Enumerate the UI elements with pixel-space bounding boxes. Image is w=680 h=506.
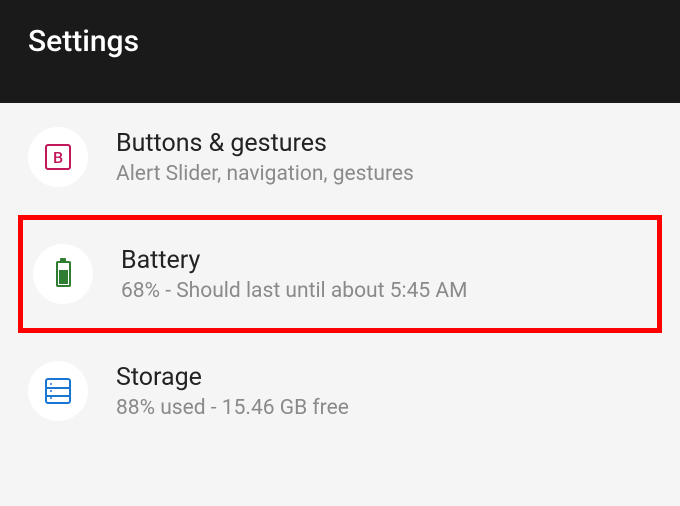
item-subtitle: Alert Slider, navigation, gestures — [116, 162, 652, 186]
item-content: Buttons & gestures Alert Slider, navigat… — [116, 129, 652, 186]
settings-list: B Buttons & gestures Alert Slider, navig… — [0, 103, 680, 445]
item-title: Storage — [116, 363, 652, 392]
buttons-gestures-icon: B — [45, 144, 71, 170]
storage-dots — [50, 380, 53, 402]
settings-item-buttons-gestures[interactable]: B Buttons & gestures Alert Slider, navig… — [0, 103, 680, 211]
battery-fill — [59, 270, 68, 284]
item-title: Battery — [121, 246, 647, 275]
settings-header: Settings — [0, 0, 680, 103]
icon-container: B — [28, 127, 88, 187]
settings-item-battery[interactable]: Battery 68% - Should last until about 5:… — [18, 215, 662, 333]
item-content: Battery 68% - Should last until about 5:… — [121, 246, 647, 303]
item-content: Storage 88% used - 15.46 GB free — [116, 363, 652, 420]
settings-item-storage[interactable]: Storage 88% used - 15.46 GB free — [0, 337, 680, 445]
storage-icon — [45, 378, 71, 404]
item-subtitle: 88% used - 15.46 GB free — [116, 396, 652, 420]
page-title: Settings — [28, 24, 652, 59]
battery-icon — [56, 261, 71, 287]
icon-container — [33, 244, 93, 304]
item-title: Buttons & gestures — [116, 129, 652, 158]
icon-container — [28, 361, 88, 421]
item-subtitle: 68% - Should last until about 5:45 AM — [121, 279, 647, 303]
